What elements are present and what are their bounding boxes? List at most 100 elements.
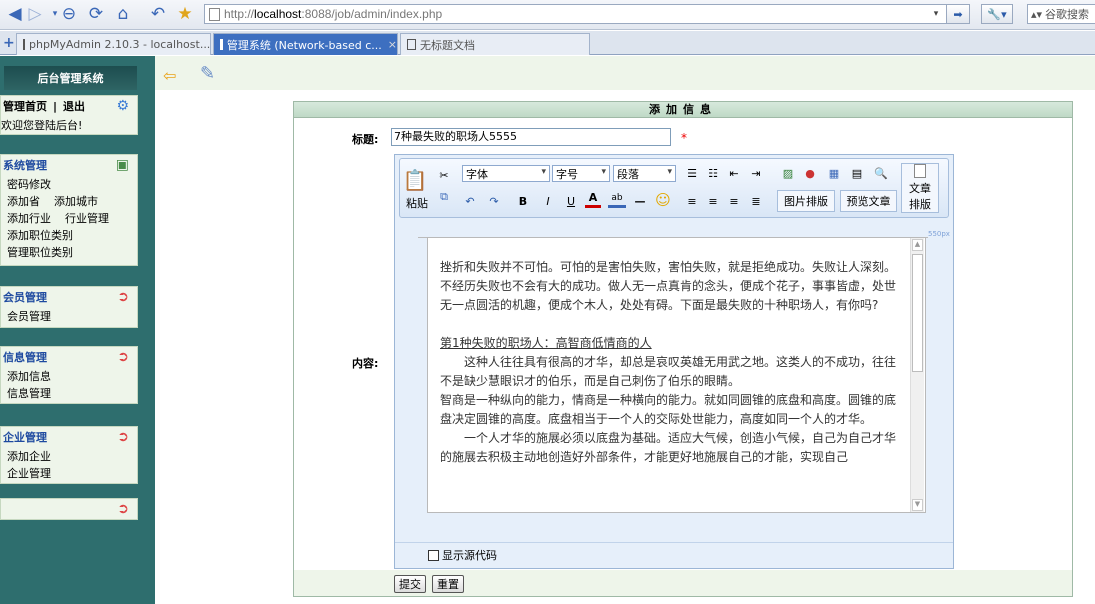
outdent-icon[interactable]: ⇤ — [726, 165, 742, 182]
paste-icon[interactable]: 📋 — [403, 166, 428, 194]
ordered-list-icon[interactable]: ☰ — [684, 165, 700, 182]
reset-button[interactable]: 重置 — [432, 575, 464, 593]
editor-content-area[interactable]: 挫折和失败并不可怕。可怕的是害怕失败，害怕失败，就是拒绝成功。失败让人深刻。不经… — [427, 237, 926, 513]
show-source-toggle[interactable]: 显示源代码 — [428, 547, 497, 563]
horizontal-rule-icon[interactable]: — — [632, 192, 648, 210]
tab-phpmyadmin[interactable]: phpMyAdmin 2.10.3 - localhost... — [16, 33, 211, 55]
address-bar[interactable]: http://localhost:8088/job/admin/index.ph… — [204, 4, 964, 24]
image-icon[interactable]: ▨ — [780, 165, 796, 182]
gear-icon: ⚙ — [116, 98, 129, 114]
align-center-icon[interactable]: ≡ — [705, 192, 721, 210]
menu-link[interactable]: 添加信息 — [7, 368, 51, 384]
scroll-up-icon[interactable]: ▲ — [912, 239, 923, 251]
paragraph-select[interactable]: 段落 ▾ — [613, 165, 676, 182]
menu-link[interactable]: 管理职位类别 — [7, 244, 73, 260]
list-item[interactable]: 添加职位类别 — [1, 226, 137, 243]
copy-icon[interactable]: ⧉ — [437, 190, 451, 204]
bold-icon[interactable]: B — [515, 192, 531, 210]
pen-icon[interactable]: ✎ — [200, 63, 215, 84]
bookmark-star-icon[interactable]: ★ — [174, 3, 196, 25]
menu-link[interactable]: 添加行业 — [7, 210, 51, 226]
panel-title: 系统管理 ▣ — [1, 155, 137, 175]
tab-label: 管理系统 (Network-based c... — [226, 38, 382, 52]
undo-icon[interactable]: ↶ — [461, 192, 479, 210]
menu-link[interactable]: 企业管理 — [7, 465, 51, 481]
flash-icon[interactable]: ● — [802, 165, 818, 182]
separator: | — [53, 99, 58, 113]
tab-label: 无标题文档 — [420, 38, 475, 52]
align-right-icon[interactable]: ≡ — [726, 192, 742, 210]
list-item[interactable]: 信息管理 — [1, 384, 137, 401]
list-item[interactable]: 添加信息 — [1, 367, 137, 384]
panel-title: ➲ — [1, 499, 137, 519]
list-item[interactable]: 添加企业 — [1, 447, 137, 464]
refresh-icon[interactable]: ⟳ — [85, 3, 107, 25]
list-item[interactable]: 会员管理 — [1, 307, 137, 324]
new-tab-icon[interactable]: + — [3, 35, 15, 51]
undo-icon[interactable]: ↶ — [147, 3, 169, 25]
submit-button[interactable]: 提交 — [394, 575, 426, 593]
menu-link[interactable]: 添加省 — [7, 193, 40, 209]
content-label: 内容: — [352, 357, 379, 370]
panel-badge-icon: ➲ — [117, 501, 129, 517]
form-heading: 添加信息 — [294, 102, 1072, 118]
editor-scrollbar[interactable]: ▲ ▼ — [910, 238, 924, 512]
list-item[interactable]: 企业管理 — [1, 464, 137, 481]
forward-arrow-icon[interactable]: ▷ — [24, 3, 46, 25]
underline-icon[interactable]: U — [563, 192, 579, 210]
font-select-value: 字体 — [466, 167, 488, 181]
tab-admin-system[interactable]: 管理系统 (Network-based c... × — [213, 33, 398, 55]
title-input[interactable]: 7种最失败的职场人5555 — [391, 128, 671, 146]
tools-icon[interactable]: 🔧▾ — [981, 4, 1013, 24]
panel-system-management: 系统管理 ▣ 密码修改 添加省 添加城市 添加行业 行业管理 添加职位类别 管理职位类… — [0, 154, 138, 266]
home-link[interactable]: 管理首页 — [3, 98, 47, 114]
menu-link[interactable]: 会员管理 — [7, 308, 51, 324]
panel-enterprise-management: 企业管理 ➲ 添加企业 企业管理 — [0, 426, 138, 484]
indent-icon[interactable]: ⇥ — [748, 165, 764, 182]
tab-untitled[interactable]: 无标题文档 — [400, 33, 590, 55]
align-left-icon[interactable]: ≡ — [684, 192, 700, 210]
search-placeholder: 谷歌搜索 — [1045, 8, 1090, 21]
document-icon — [914, 164, 926, 178]
font-color-icon[interactable]: A — [585, 190, 601, 208]
highlight-icon[interactable]: ab — [608, 190, 626, 208]
paragraph: 挫折和失败并不可怕。可怕的是害怕失败，害怕失败，就是拒绝成功。失败让人深刻。不经… — [440, 260, 897, 312]
back-arrow-icon[interactable]: ◀ — [4, 3, 26, 25]
table-icon[interactable]: ▦ — [826, 165, 842, 182]
redo-icon[interactable]: ↷ — [485, 192, 503, 210]
home-icon[interactable]: ⌂ — [112, 3, 134, 25]
document-icon — [407, 39, 416, 50]
back-arrow-icon[interactable]: ⇦ — [163, 66, 176, 85]
scroll-thumb[interactable] — [912, 254, 923, 372]
italic-icon[interactable]: I — [540, 192, 556, 210]
template-icon[interactable]: ▤ — [849, 165, 865, 182]
logout-link[interactable]: 退出 — [63, 98, 85, 114]
size-select[interactable]: 字号 ▾ — [552, 165, 610, 182]
list-item[interactable]: 密码修改 — [1, 175, 137, 192]
menu-link[interactable]: 添加企业 — [7, 448, 51, 464]
stop-icon[interactable]: ⊖ — [58, 3, 80, 25]
menu-link[interactable]: 添加职位类别 — [7, 227, 73, 243]
tab-close-icon[interactable]: × — [388, 38, 397, 51]
list-item[interactable]: 管理职位类别 — [1, 243, 137, 260]
menu-link[interactable]: 密码修改 — [7, 176, 51, 192]
go-arrow-icon[interactable]: ➡ — [946, 4, 970, 24]
menu-link[interactable]: 信息管理 — [7, 385, 51, 401]
menu-link[interactable]: 添加城市 — [54, 193, 98, 209]
required-mark: * — [681, 131, 687, 145]
paste-button[interactable]: 粘贴 — [404, 196, 430, 210]
image-layout-button[interactable]: 图片排版 — [777, 190, 835, 212]
scroll-down-icon[interactable]: ▼ — [912, 499, 923, 511]
url-dropdown-icon[interactable]: ▾ — [928, 4, 944, 24]
article-layout-button[interactable]: 文章 排版 — [901, 163, 939, 213]
font-select[interactable]: 字体 ▾ — [462, 165, 550, 182]
search-icon[interactable]: 🔍 — [872, 165, 890, 182]
justify-icon[interactable]: ≣ — [748, 192, 764, 210]
search-input[interactable]: ▴▾ 谷歌搜索 — [1027, 4, 1095, 24]
emoticon-icon[interactable]: ☺ — [654, 191, 672, 209]
cut-icon[interactable]: ✂ — [437, 168, 451, 182]
unordered-list-icon[interactable]: ☷ — [705, 165, 721, 182]
show-source-checkbox[interactable] — [428, 549, 439, 561]
menu-link[interactable]: 行业管理 — [65, 210, 109, 226]
preview-article-button[interactable]: 预览文章 — [840, 190, 897, 212]
